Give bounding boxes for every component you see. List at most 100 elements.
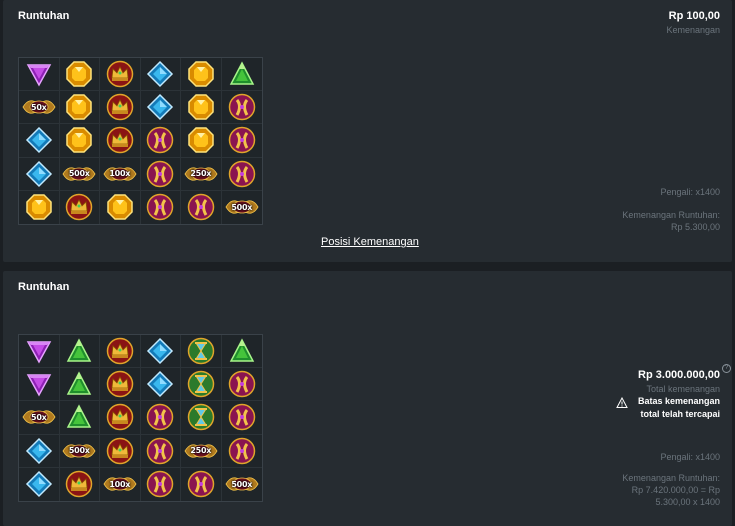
- grid-cell: [140, 401, 181, 435]
- grid-cell: [19, 157, 60, 191]
- card-title: Runtuhan: [18, 281, 70, 293]
- multiplier-value: 500x: [68, 446, 90, 456]
- grid-cell: [181, 124, 222, 158]
- grid-cell: 100x: [100, 157, 141, 191]
- grid-cell: [100, 335, 141, 369]
- goblet-icon: [228, 403, 256, 431]
- multiplier-symbol-icon: 50x: [21, 95, 57, 119]
- win-limit-text: Batas kemenangan total telah tercapai: [636, 395, 720, 421]
- multiplier-symbol-icon: 500x: [61, 439, 97, 463]
- total-win-caption: Total kemenangan: [646, 384, 720, 394]
- crown-icon: [106, 437, 134, 465]
- multiplier-value: 500x: [231, 479, 253, 489]
- tumble-win-block: Kemenangan Runtuhan: Rp 7.420.000,00 = R…: [622, 472, 720, 508]
- grid-cell: [221, 335, 262, 369]
- tumble-win-label: Kemenangan Runtuhan:: [622, 473, 720, 483]
- grid-cell: [221, 158, 262, 191]
- grid-cell: [181, 335, 222, 369]
- blue-gem-icon: [146, 93, 174, 121]
- tumble-card-2: Runtuhan 50x 500x 250x 100x 500x ? Rp 3.000.…: [3, 271, 732, 526]
- grid-cell: 250x: [181, 157, 222, 191]
- grid-cell: [221, 401, 262, 435]
- hourglass-icon: [187, 403, 215, 431]
- card-title: Runtuhan: [18, 10, 70, 22]
- goblet-icon: [146, 437, 174, 465]
- hourglass-icon: [187, 370, 215, 398]
- grid-cell: 50x: [19, 91, 60, 125]
- grid-cell: [140, 58, 181, 92]
- multiplier-value: 500x: [231, 202, 253, 212]
- crown-icon: [106, 93, 134, 121]
- grid-cell: [181, 401, 222, 435]
- goblet-icon: [146, 403, 174, 431]
- blue-gem-icon: [146, 337, 174, 365]
- grid-cell: 50x: [19, 401, 60, 435]
- grid-cell: [19, 58, 60, 92]
- grid-cell: [221, 91, 262, 125]
- yellow-gem-icon: [187, 60, 215, 88]
- grid-cell: [140, 368, 181, 402]
- multiplier-symbol-icon: 500x: [61, 162, 97, 186]
- multiplier-text: Pengali: x1400: [660, 452, 720, 462]
- grid-cell: [59, 124, 100, 158]
- grid-cell: [19, 190, 60, 224]
- green-gem-icon: [65, 337, 93, 365]
- grid-cell: 500x: [222, 468, 263, 501]
- grid-cell: [140, 91, 181, 125]
- yellow-gem-icon: [106, 193, 134, 221]
- goblet-icon: [146, 160, 174, 188]
- grid-cell: [59, 91, 100, 125]
- goblet-icon: [228, 160, 256, 188]
- win-limit-notice: Batas kemenangan total telah tercapai: [616, 395, 720, 421]
- grid-cell: [221, 58, 262, 92]
- win-limit-line-2: total telah tercapai: [640, 409, 720, 419]
- goblet-icon: [146, 470, 174, 498]
- grid-cell: [19, 368, 60, 402]
- tumble-win-label: Kemenangan Runtuhan:: [622, 210, 720, 220]
- grid-cell: [19, 124, 60, 158]
- purple-gem-icon: [25, 60, 53, 88]
- multiplier-symbol-icon: 50x: [21, 405, 57, 429]
- grid-cell: [100, 368, 141, 402]
- crown-icon: [106, 60, 134, 88]
- goblet-icon: [228, 126, 256, 154]
- crown-icon: [106, 337, 134, 365]
- grid-cell: [140, 335, 181, 369]
- grid-cell: [141, 467, 181, 501]
- grid-cell: [100, 91, 141, 125]
- grid-cell: [100, 58, 141, 92]
- crown-icon: [106, 370, 134, 398]
- blue-gem-icon: [146, 370, 174, 398]
- grid-cell: [100, 401, 141, 435]
- multiplier-symbol-icon: 100x: [102, 472, 138, 496]
- reel-grid: 50x 500x 250x 100x 500x: [18, 334, 263, 502]
- yellow-gem-icon: [187, 93, 215, 121]
- multiplier-symbol-icon: 500x: [224, 195, 260, 219]
- multiplier-symbol-icon: 500x: [224, 472, 260, 496]
- grid-cell: [60, 467, 100, 501]
- purple-gem-icon: [25, 370, 53, 398]
- grid-cell: [181, 467, 222, 501]
- yellow-gem-icon: [187, 126, 215, 154]
- grid-cell: [59, 335, 100, 369]
- grid-cell: [19, 467, 60, 501]
- grid-cell: [19, 335, 60, 369]
- goblet-icon: [146, 193, 174, 221]
- yellow-gem-icon: [65, 126, 93, 154]
- green-gem-icon: [65, 370, 93, 398]
- multiplier-value: 100x: [109, 479, 131, 489]
- total-win-amount: Rp 3.000.000,00: [638, 369, 720, 381]
- tumble-win-value-line-2: 5.300,00 x 1400: [655, 497, 720, 507]
- grid-cell: 500x: [59, 157, 100, 191]
- green-gem-icon: [228, 337, 256, 365]
- help-icon[interactable]: ?: [722, 364, 731, 373]
- grid-cell: 250x: [181, 434, 222, 468]
- grid-cell: [140, 434, 181, 468]
- multiplier-value: 250x: [190, 446, 212, 456]
- goblet-icon: [228, 93, 256, 121]
- tumble-win-block: Kemenangan Runtuhan: Rp 5.300,00: [622, 209, 720, 233]
- multiplier-value: 500x: [68, 169, 90, 179]
- grid-cell: [100, 124, 141, 158]
- crown-icon: [106, 403, 134, 431]
- win-positions-link[interactable]: Posisi Kemenangan: [321, 236, 419, 248]
